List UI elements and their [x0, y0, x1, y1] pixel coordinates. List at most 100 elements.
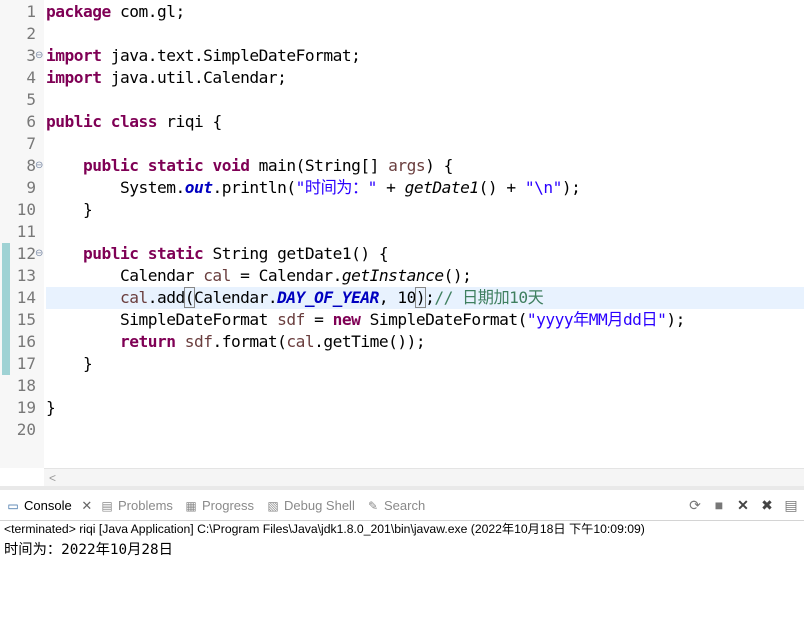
- code-line: }: [46, 199, 93, 221]
- line-number: 1: [26, 2, 36, 21]
- line-number: 20: [16, 420, 36, 439]
- console-tab-bar: ▭ Console ✕ ▤ Problems ▦ Progress ▧ Debug Sh…: [0, 490, 804, 521]
- line-number: 8: [26, 156, 36, 175]
- keyword: package: [46, 2, 111, 21]
- code-text: ();: [443, 266, 472, 285]
- line-number: 6: [26, 112, 36, 131]
- static-method: getDate1: [404, 178, 479, 197]
- tab-debug-shell[interactable]: ▧ Debug Shell: [266, 496, 355, 516]
- tab-label: Search: [384, 498, 426, 513]
- code-text: }: [82, 200, 93, 219]
- code-text: main(String[]: [249, 156, 389, 175]
- code-text: ) {: [425, 156, 453, 175]
- static-field: out: [184, 178, 213, 197]
- code-line: public static String getDate1() {: [46, 243, 389, 265]
- keyword: return: [119, 332, 176, 351]
- code-line: public class riqi {: [46, 111, 222, 133]
- line-number: 5: [26, 90, 36, 109]
- fold-toggle-icon[interactable]: ⊖: [35, 155, 43, 177]
- code-text: =: [304, 310, 333, 329]
- debug-shell-icon: ▧: [267, 499, 279, 513]
- console-icon: ▭: [7, 499, 19, 513]
- code-line: System.out.println("时间为：" + getDate1() +…: [46, 177, 581, 199]
- code-text: ;: [425, 288, 435, 307]
- variable: cal: [203, 266, 231, 285]
- keyword: void: [212, 156, 250, 175]
- clear-console-icon[interactable]: ▤: [782, 496, 800, 514]
- code-text: SimpleDateFormat(: [360, 310, 528, 329]
- code-text: .getTime());: [314, 332, 426, 351]
- line-number: 11: [16, 222, 36, 241]
- code-text: Calendar.: [193, 288, 278, 307]
- keyword: static: [147, 244, 204, 263]
- console-output: 时间为：2022年10月28日: [4, 542, 173, 558]
- close-icon[interactable]: ✕: [81, 498, 92, 513]
- variable: cal: [286, 332, 315, 351]
- search-icon: ✎: [367, 499, 379, 513]
- matching-bracket: (: [183, 287, 195, 308]
- string-literal: "时间为：": [295, 178, 378, 197]
- line-number: 17: [16, 354, 36, 373]
- keyword: new: [332, 310, 361, 329]
- fold-toggle-icon[interactable]: ⊖: [35, 45, 43, 67]
- line-number-gutter: 1 2 3 4 5 6 7 8 9 10 11 12 13 14 15 16 1…: [0, 0, 44, 468]
- line-number: 10: [16, 200, 36, 219]
- tab-problems[interactable]: ▤ Problems: [100, 496, 173, 516]
- variable: sdf: [277, 310, 305, 329]
- keyword: static: [147, 156, 204, 175]
- keyword: class: [110, 112, 158, 131]
- static-field: DAY_OF_YEAR: [277, 288, 379, 307]
- code-text: );: [666, 310, 685, 329]
- code-text: .format(: [212, 332, 287, 351]
- string-literal: "yyyy年MM月dd日": [526, 310, 667, 329]
- code-line: package com.gl;: [46, 1, 185, 23]
- code-text: System.: [119, 178, 185, 197]
- line-number: 14: [16, 288, 36, 307]
- scroll-left-icon[interactable]: <: [49, 469, 56, 487]
- fold-toggle-icon[interactable]: ⊖: [35, 243, 43, 265]
- code-text: Calendar: [119, 266, 204, 285]
- code-editor[interactable]: 1 2 3 4 5 6 7 8 9 10 11 12 13 14 15 16 1…: [0, 0, 804, 468]
- code-text: +: [376, 178, 405, 197]
- code-line: cal.add(Calendar.DAY_OF_YEAR, 10);// 日期加…: [46, 287, 544, 309]
- line-number: 16: [16, 332, 36, 351]
- tab-console[interactable]: ▭ Console ✕: [6, 496, 92, 516]
- console-status: <terminated> riqi [Java Application] C:\…: [4, 522, 645, 536]
- horizontal-scrollbar[interactable]: <: [44, 468, 804, 487]
- matching-bracket: ): [414, 287, 427, 308]
- tab-progress[interactable]: ▦ Progress: [184, 496, 254, 516]
- code-text: .add: [147, 288, 185, 307]
- remove-launch-icon[interactable]: ✕: [734, 496, 752, 514]
- terminate-icon[interactable]: ■: [710, 496, 728, 514]
- code-line: }: [46, 397, 56, 419]
- tab-search[interactable]: ✎ Search: [366, 496, 425, 516]
- code-line: import java.text.SimpleDateFormat;: [46, 45, 361, 67]
- tab-label: Console: [24, 498, 72, 513]
- code-text: com.gl;: [110, 2, 185, 21]
- code-text: () +: [478, 178, 525, 197]
- tab-label: Debug Shell: [284, 498, 355, 513]
- code-line: }: [46, 353, 93, 375]
- tab-label: Progress: [202, 498, 255, 513]
- remove-all-launches-icon[interactable]: ✖: [758, 496, 776, 514]
- line-number: 12: [16, 244, 36, 263]
- line-number: 18: [16, 376, 36, 395]
- keyword: public: [82, 244, 139, 263]
- progress-icon: ▦: [185, 499, 197, 513]
- line-number: 3: [26, 46, 36, 65]
- string-literal: "\n": [524, 178, 562, 197]
- line-number: 13: [16, 266, 36, 285]
- code-text: riqi {: [156, 112, 222, 131]
- keyword: public: [82, 156, 139, 175]
- line-number: 19: [16, 398, 36, 417]
- comment: // 日期加10天: [434, 288, 544, 307]
- tab-label: Problems: [118, 498, 173, 513]
- code-text: .println(: [212, 178, 296, 197]
- variable: cal: [119, 288, 148, 307]
- code-text: SimpleDateFormat: [119, 310, 278, 329]
- relaunch-icon[interactable]: ⟳: [686, 496, 704, 514]
- code-line: Calendar cal = Calendar.getInstance();: [46, 265, 472, 287]
- static-method: getInstance: [341, 266, 444, 285]
- keyword: import: [46, 68, 102, 87]
- code-text: java.text.SimpleDateFormat;: [101, 46, 361, 65]
